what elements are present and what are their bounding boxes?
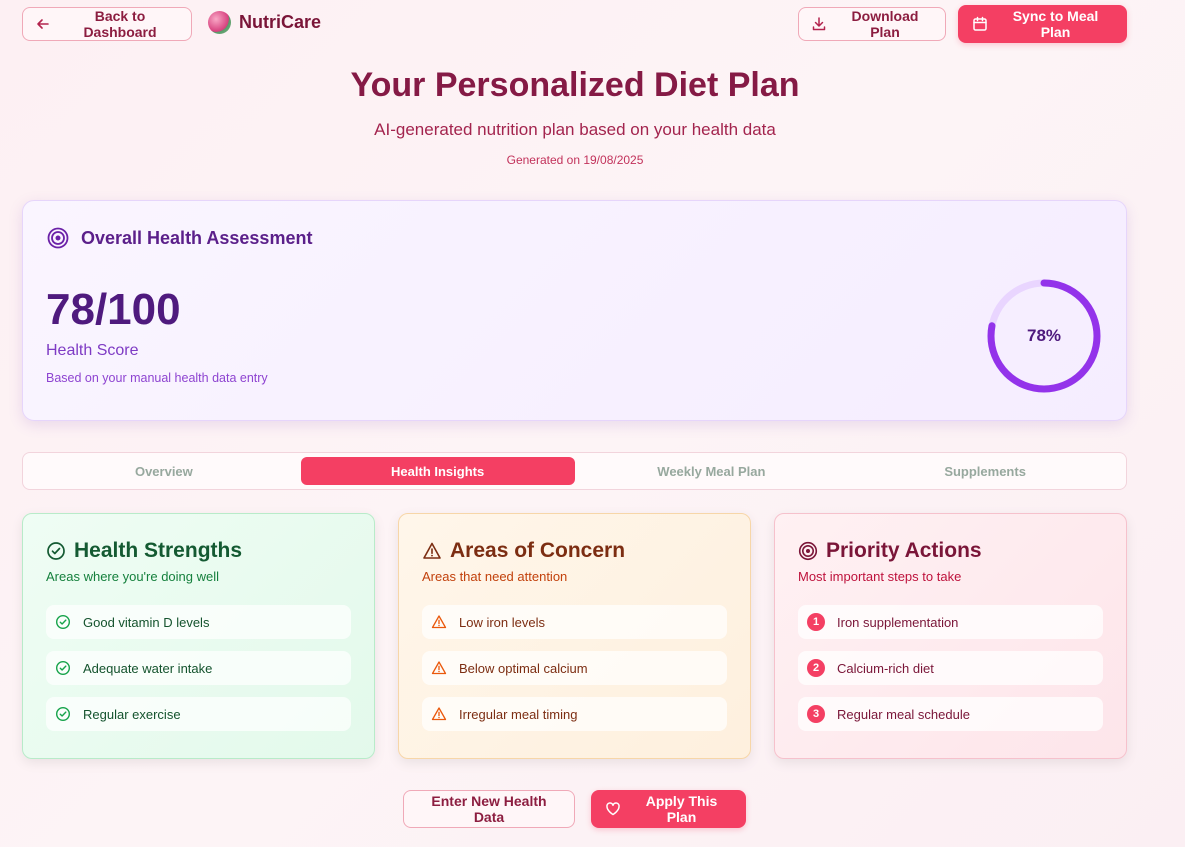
priorities-subtitle: Most important steps to take [798,569,962,584]
top-bar: Back to Dashboard NutriCare Download Pla… [0,0,1185,50]
health-assessment-card: Overall Health Assessment 78/100 Health … [22,200,1127,421]
priorities-title: Priority Actions [826,539,982,562]
assessment-header: Overall Health Assessment [47,227,312,249]
arrow-left-icon [35,16,51,32]
priority-item-label: Iron supplementation [837,614,959,630]
strength-item-label: Good vitamin D levels [83,614,210,630]
priority-item-label: Calcium-rich diet [837,660,934,676]
plan-tabs: Overview Health Insights Weekly Meal Pla… [22,452,1127,490]
tab-health-insights[interactable]: Health Insights [300,457,575,485]
strengths-list: Good vitamin D levels Adequate water int… [46,605,351,731]
list-item: Irregular meal timing [422,697,727,731]
sync-to-meal-plan-button[interactable]: Sync to Meal Plan [958,5,1127,43]
back-to-dashboard-button[interactable]: Back to Dashboard [22,7,192,41]
check-circle-icon [46,541,66,561]
tab-overview[interactable]: Overview [27,457,301,485]
sync-button-label: Sync to Meal Plan [1012,8,1099,40]
priority-actions-card: Priority Actions Most important steps to… [774,513,1127,759]
strengths-header: Health Strengths [46,536,351,566]
priority-item-label: Regular meal schedule [837,706,970,722]
enter-new-health-data-button[interactable]: Enter New Health Data [403,790,575,828]
concerns-header: Areas of Concern [422,536,727,566]
page-subtitle: AI-generated nutrition plan based on you… [374,120,776,139]
check-circle-icon [55,706,71,722]
tab-weekly-meal-plan[interactable]: Weekly Meal Plan [575,457,849,485]
tab-supplements[interactable]: Supplements [848,457,1122,485]
list-item: 1 Iron supplementation [798,605,1103,639]
priority-number-badge: 1 [807,613,825,631]
check-circle-icon [55,660,71,676]
warning-triangle-icon [431,660,447,676]
concern-item-label: Low iron levels [459,614,545,630]
priority-number-badge: 3 [807,705,825,723]
concerns-list: Low iron levels Below optimal calcium Ir… [422,605,727,731]
list-item: Low iron levels [422,605,727,639]
concern-item-label: Irregular meal timing [459,706,578,722]
target-icon [47,227,69,249]
list-item: Adequate water intake [46,651,351,685]
strengths-subtitle: Areas where you're doing well [46,569,220,584]
priorities-header: Priority Actions [798,536,1103,566]
strength-item-label: Adequate water intake [83,660,213,676]
list-item: Below optimal calcium [422,651,727,685]
back-button-label: Back to Dashboard [83,8,157,40]
list-item: 3 Regular meal schedule [798,697,1103,731]
apply-this-plan-button[interactable]: Apply This Plan [591,790,746,828]
brand-logo[interactable]: NutriCare [208,11,321,34]
health-score-value: 78/100 [46,285,181,334]
heart-icon [605,801,621,817]
concerns-subtitle: Areas that need attention [422,569,568,584]
brand-name: NutriCare [239,12,322,32]
apply-button-label: Apply This Plan [645,793,718,825]
concern-item-label: Below optimal calcium [459,660,588,676]
priorities-list: 1 Iron supplementation 2 Calcium-rich di… [798,605,1103,731]
list-item: 2 Calcium-rich diet [798,651,1103,685]
list-item: Regular exercise [46,697,351,731]
target-icon [798,541,818,561]
health-score-percent: 78% [1026,326,1062,345]
strengths-title: Health Strengths [74,539,243,562]
priority-number-badge: 2 [807,659,825,677]
concerns-title: Areas of Concern [450,539,626,562]
check-circle-icon [55,614,71,630]
health-score-note: Based on your manual health data entry [46,371,268,385]
download-button-label: Download Plan [851,8,919,40]
areas-of-concern-card: Areas of Concern Areas that need attenti… [398,513,751,759]
enter-data-button-label: Enter New Health Data [431,793,547,825]
nutricare-logo-icon [208,11,231,34]
strength-item-label: Regular exercise [83,706,181,722]
health-strengths-card: Health Strengths Areas where you're doin… [22,513,375,759]
assessment-title: Overall Health Assessment [81,227,313,248]
warning-triangle-icon [431,706,447,722]
warning-triangle-icon [422,541,442,561]
list-item: Good vitamin D levels [46,605,351,639]
health-score-label: Health Score [46,342,139,359]
generated-date: Generated on 19/08/2025 [506,153,644,167]
warning-triangle-icon [431,614,447,630]
calendar-icon [972,16,988,32]
page-title: Your Personalized Diet Plan [350,66,800,104]
download-icon [811,16,827,32]
download-plan-button[interactable]: Download Plan [798,7,946,41]
